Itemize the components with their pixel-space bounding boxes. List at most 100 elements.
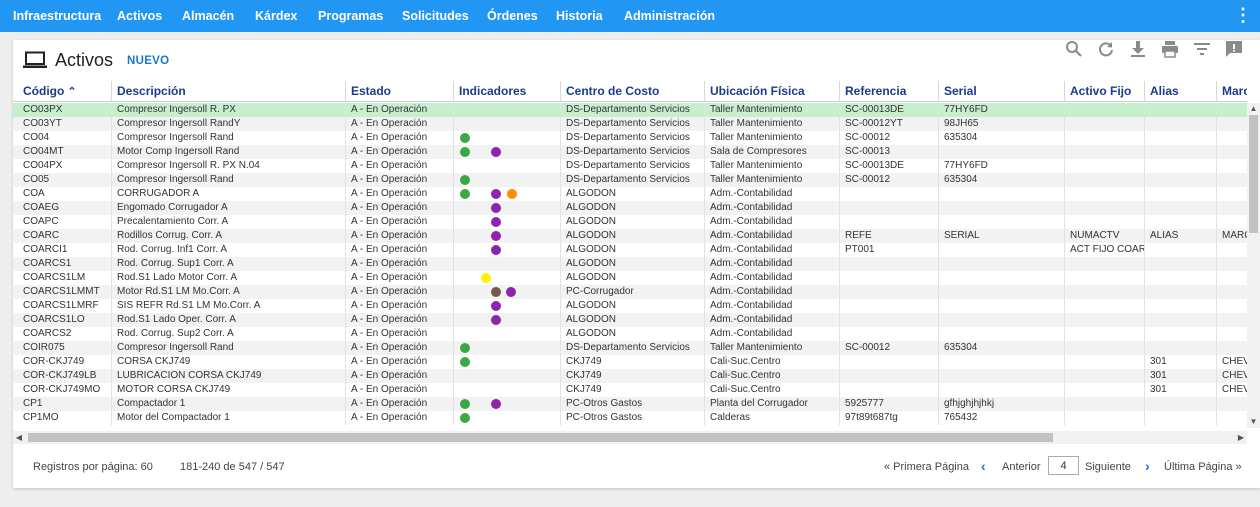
nav-item-solicitudes[interactable]: Solicitudes [402, 0, 469, 32]
table-row[interactable]: CO04PX Compresor Ingersoll R. PX N.04 A - … [13, 159, 1247, 173]
table-row[interactable]: CP1MO Motor del Compactador 1A - En Opera… [13, 411, 1247, 425]
table-row[interactable]: COARCS1LMRF SIS REFR Rd.S1 LM Mo.Corr. AA… [13, 299, 1247, 313]
sort-ascending-icon[interactable]: ⌃ [64, 86, 76, 98]
chevron-right-icon[interactable]: › [1145, 459, 1150, 473]
vertical-scroll-thumb[interactable] [1249, 115, 1258, 233]
nav-item-kardex[interactable]: Kárdex [255, 0, 297, 32]
column-header[interactable]: Activo Fijo [1064, 81, 1144, 102]
refresh-icon[interactable] [1097, 40, 1115, 58]
table-cell: ALGODON [560, 187, 704, 201]
nav-item-historia[interactable]: Historia [556, 0, 603, 32]
previous-page-link[interactable]: Anterior [1002, 461, 1041, 473]
table-row[interactable]: COR-CKJ749MO MOTOR CORSA CKJ749 A - En Ope… [13, 383, 1247, 397]
search-icon[interactable] [1065, 40, 1083, 58]
table-cell: Rod.S1 Lado Motor Corr. A [111, 271, 345, 285]
table-cell: Engomado Corrugador A [111, 201, 345, 215]
scroll-left-icon[interactable]: ◀ [13, 431, 25, 444]
vertical-scrollbar[interactable]: ▲ ▼ [1247, 103, 1260, 428]
column-header[interactable]: Ubicación Física [704, 81, 839, 102]
table-row[interactable]: CO03PX Compresor Ingersoll R. PX A - En Op… [13, 103, 1247, 117]
table-row[interactable]: COIR075 Compresor Ingersoll Rand A - En Op… [13, 341, 1247, 355]
table-cell: DS-Departamento Servicios [560, 117, 704, 131]
scroll-right-icon[interactable]: ▶ [1235, 431, 1247, 444]
more-vertical-icon[interactable]: ⋮ [1234, 4, 1252, 26]
column-header[interactable]: Alias [1144, 81, 1216, 102]
table-row[interactable]: COARCI1 Rod. Corrug. Inf1 Corr. AA - En O… [13, 243, 1247, 257]
table-cell: SC-00012 [839, 131, 938, 145]
table-cell: A - En Operación [345, 341, 453, 355]
table-row[interactable]: COR-CKJ749LB LUBRICACION CORSA CKJ749 A - … [13, 369, 1247, 383]
purple-indicator-dot [491, 399, 501, 409]
table-row[interactable]: COARCS1 Rod. Corrug. Sup1 Corr. AA - En O… [13, 257, 1247, 271]
nav-item-administracion[interactable]: Administración [624, 0, 715, 32]
print-icon[interactable] [1161, 40, 1179, 58]
table-row[interactable]: COARC Rodillos Corrug. Corr. AA - En Oper… [13, 229, 1247, 243]
horizontal-scrollbar[interactable]: ◀ ▶ [13, 431, 1247, 444]
table-cell: Taller Mantenimiento [704, 103, 839, 117]
records-range: 181-240 de 547 / 547 [180, 461, 285, 473]
table-cell: CKJ749 [560, 383, 704, 397]
table-cell: 635304 [938, 173, 1064, 187]
table-cell: Cali-Suc.Centro [704, 369, 839, 383]
table-row[interactable]: CO04 Compresor Ingersoll Rand A - En Opera… [13, 131, 1247, 145]
records-per-page[interactable]: Registros por página: 60 [33, 461, 153, 473]
column-header[interactable]: Centro de Costo [560, 81, 704, 102]
column-header[interactable]: Descripción [111, 81, 345, 102]
table-row[interactable]: CO04MT Motor Comp Ingersoll Rand A - En Op… [13, 145, 1247, 159]
table-row[interactable]: COARCS1LMMT Motor Rd.S1 LM Mo.Corr. AA - … [13, 285, 1247, 299]
green-indicator-dot [460, 399, 470, 409]
table-row[interactable]: CO03YT Compresor Ingersoll RandY A - En Op… [13, 117, 1247, 131]
horizontal-scroll-thumb[interactable] [28, 433, 1053, 442]
page-number-input[interactable] [1048, 456, 1079, 475]
column-header[interactable]: Código ⌃ [13, 81, 111, 102]
column-header[interactable]: Indicadores [453, 81, 560, 102]
table-row[interactable]: COAPC Precalentamiento Corr. AA - En Oper… [13, 215, 1247, 229]
table-cell: COR-CKJ749MO [23, 384, 101, 395]
table-cell [938, 187, 1064, 201]
table-row[interactable]: COAEG Engomado Corrugador AA - En Operaci… [13, 201, 1247, 215]
nav-item-ordenes[interactable]: Órdenes [487, 0, 538, 32]
column-header[interactable]: Marca [1216, 81, 1247, 102]
table-cell: Planta del Corrugador [704, 397, 839, 411]
table-row[interactable]: COR-CKJ749 CORSA CKJ749 A - En Operación CK… [13, 355, 1247, 369]
table-cell [1216, 187, 1247, 201]
filter-icon[interactable] [1193, 40, 1211, 58]
comment-icon[interactable] [1225, 40, 1243, 58]
column-header-label: Centro de Costo [566, 84, 660, 98]
first-page-link[interactable]: « Primera Página [884, 461, 969, 473]
column-header[interactable]: Referencia [839, 81, 938, 102]
table-cell [1144, 131, 1216, 145]
table-cell [1144, 173, 1216, 187]
column-header[interactable]: Estado [345, 81, 453, 102]
next-page-link[interactable]: Siguiente [1085, 461, 1131, 473]
last-page-link[interactable]: Última Página » [1164, 461, 1242, 473]
table-row[interactable]: COARCS1LM Rod.S1 Lado Motor Corr. AA - En… [13, 271, 1247, 285]
column-header-label: Código [23, 84, 65, 98]
scroll-down-icon[interactable]: ▼ [1247, 416, 1260, 428]
nav-item-activos[interactable]: Activos [117, 0, 162, 32]
table-row[interactable]: COARCS2 Rod. Corrug. Sup2 Corr. AA - En O… [13, 327, 1247, 341]
table-cell [1064, 257, 1144, 271]
table-cell: A - En Operación [345, 397, 453, 411]
table-cell [1064, 411, 1144, 425]
table-cell: COIR075 [23, 342, 65, 353]
table-cell [938, 313, 1064, 327]
table-cell [1064, 215, 1144, 229]
scroll-up-icon[interactable]: ▲ [1247, 103, 1260, 115]
download-icon[interactable] [1129, 40, 1147, 58]
table-cell [839, 187, 938, 201]
nav-item-programas[interactable]: Programas [318, 0, 383, 32]
nav-item-almacen[interactable]: Almacén [182, 0, 234, 32]
chevron-left-icon[interactable]: ‹ [981, 459, 986, 473]
table-row[interactable]: COARCS1LO Rod.S1 Lado Oper. Corr. AA - En… [13, 313, 1247, 327]
table-row[interactable]: CP1 Compactador 1A - En Operación PC-Otros… [13, 397, 1247, 411]
nav-item-infraestructura[interactable]: Infraestructura [13, 0, 101, 32]
orange-indicator-dot [506, 189, 517, 199]
new-button[interactable]: NUEVO [127, 55, 169, 67]
purple-indicator-dot [491, 203, 501, 213]
table-row[interactable]: CO05 Compresor Ingersoll Rand A - En Opera… [13, 173, 1247, 187]
table-cell [839, 327, 938, 341]
indicators-cell [453, 313, 560, 327]
column-header[interactable]: Serial [938, 81, 1064, 102]
table-row[interactable]: COA CORRUGADOR AA - En Operación ALGODON Ad… [13, 187, 1247, 201]
